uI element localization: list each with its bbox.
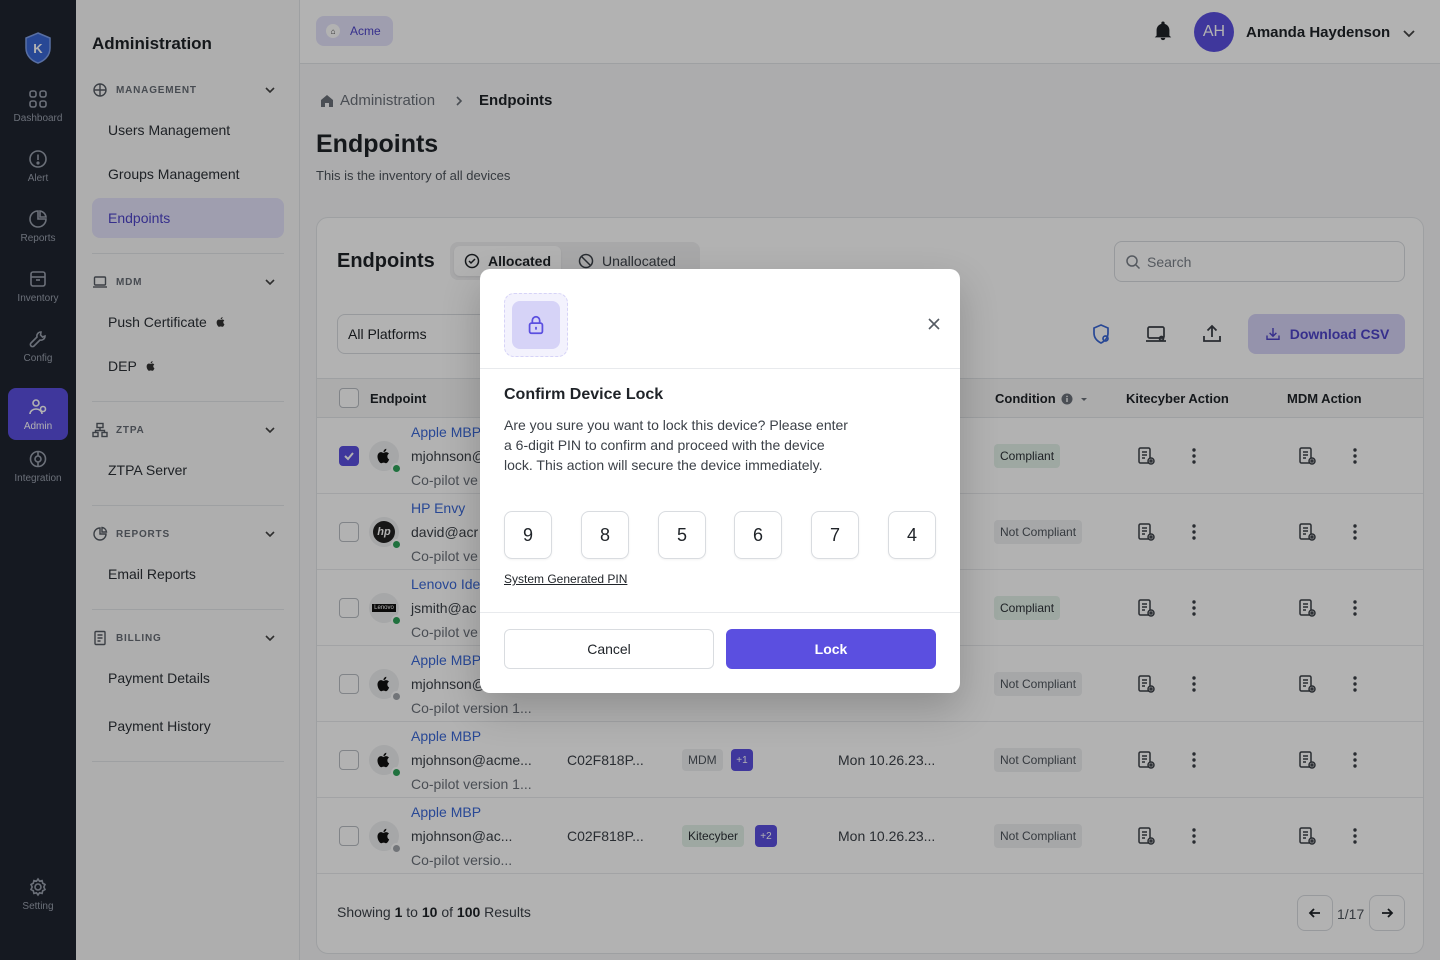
pin-digit[interactable]: 7 bbox=[811, 511, 859, 559]
cancel-button[interactable]: Cancel bbox=[504, 629, 714, 669]
dialog-divider bbox=[480, 612, 960, 613]
confirm-device-lock-dialog: Confirm Device Lock Are you sure you wan… bbox=[480, 269, 960, 693]
pin-digit[interactable]: 8 bbox=[581, 511, 629, 559]
system-generated-pin-link[interactable]: System Generated PIN bbox=[504, 572, 627, 586]
pin-digit[interactable]: 6 bbox=[734, 511, 782, 559]
pin-digit[interactable]: 9 bbox=[504, 511, 552, 559]
close-icon[interactable] bbox=[926, 316, 942, 332]
lock-icon bbox=[528, 315, 544, 335]
pin-digit[interactable]: 5 bbox=[658, 511, 706, 559]
dialog-message: Are you sure you want to lock this devic… bbox=[504, 417, 848, 473]
dialog-divider bbox=[480, 368, 960, 369]
dialog-title: Confirm Device Lock bbox=[504, 386, 664, 403]
lock-button[interactable]: Lock bbox=[726, 629, 936, 669]
lock-badge bbox=[504, 293, 568, 357]
lock-icon-tile bbox=[512, 301, 560, 349]
pin-digit[interactable]: 4 bbox=[888, 511, 936, 559]
